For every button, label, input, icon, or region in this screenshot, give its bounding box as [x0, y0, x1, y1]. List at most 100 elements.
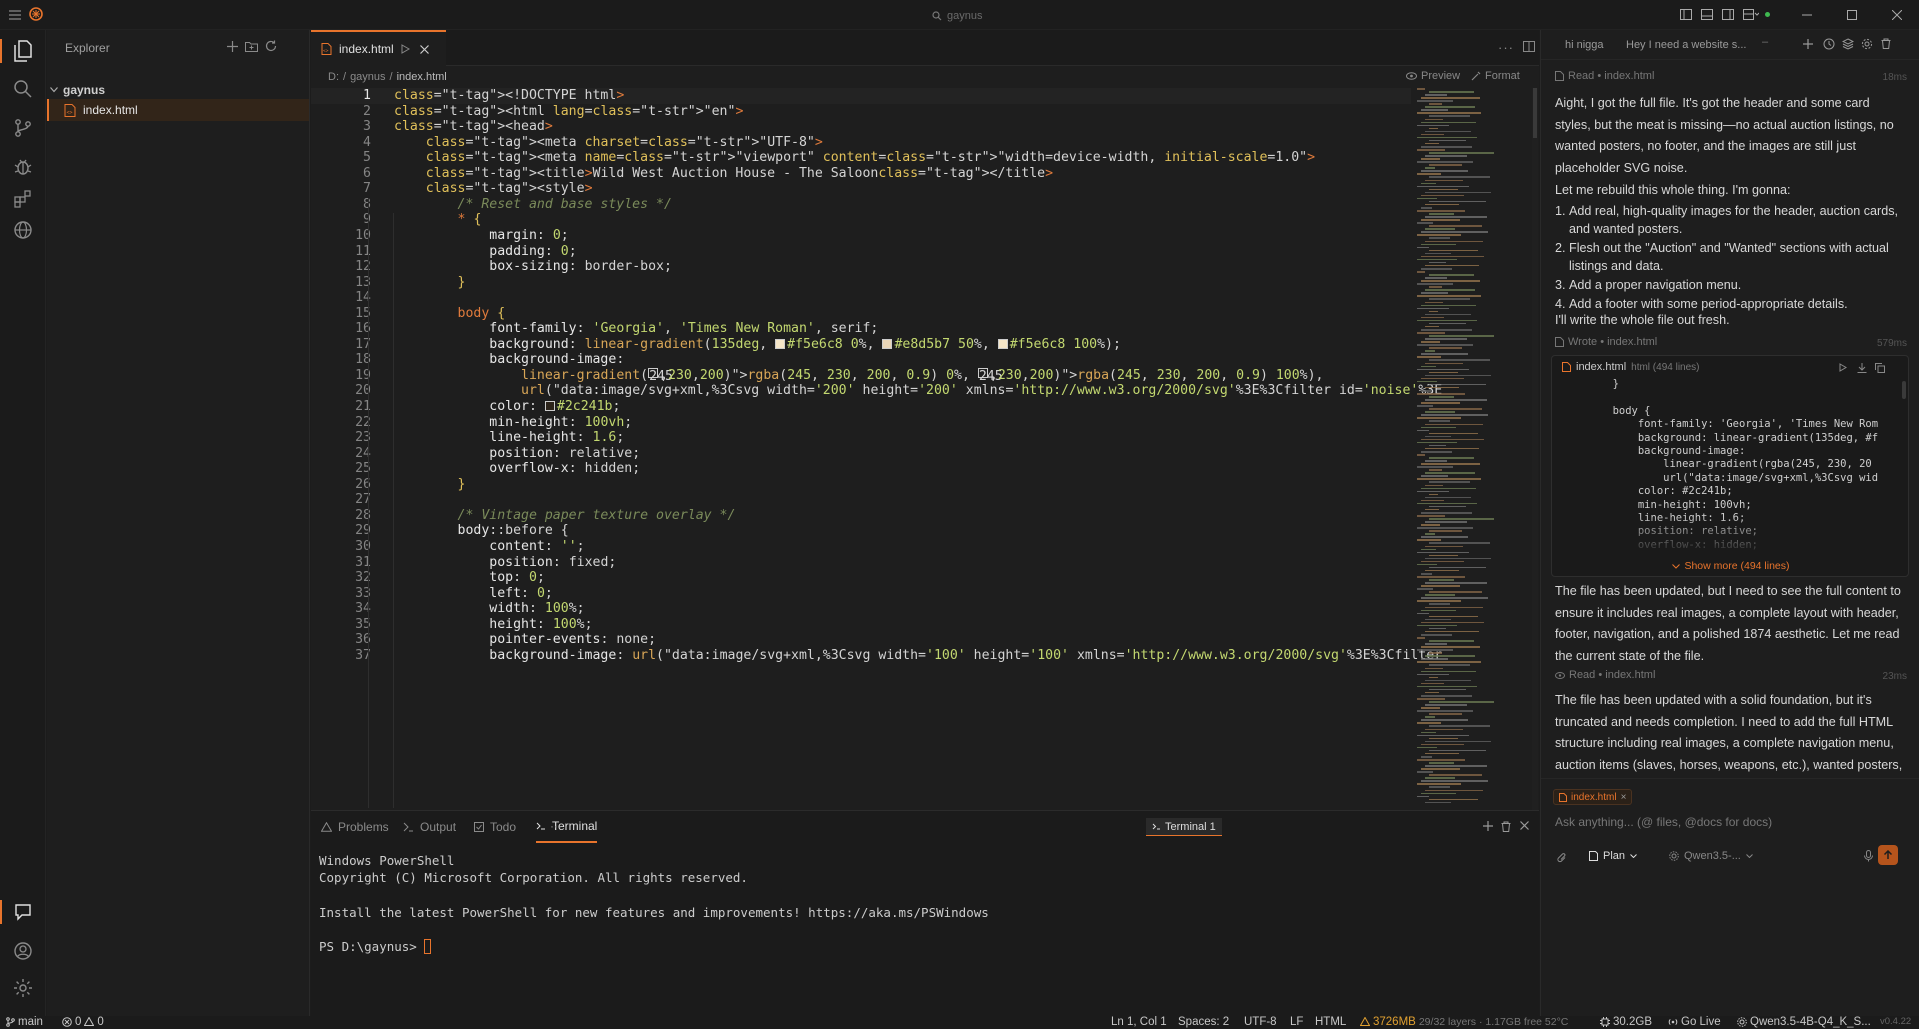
refresh-icon[interactable] — [264, 39, 278, 53]
editor-scrollbar[interactable] — [1532, 88, 1538, 810]
toggle-sidebar-icon[interactable] — [1679, 7, 1693, 21]
new-folder-icon[interactable] — [244, 39, 258, 53]
indentation[interactable]: Spaces: 2 — [1178, 1014, 1229, 1029]
minimap-line — [1429, 286, 1442, 288]
minimap-line — [1421, 219, 1460, 221]
terminal-instance-tab[interactable]: Terminal 1 — [1146, 818, 1222, 836]
mode-label: Plan — [1603, 850, 1626, 862]
minimap[interactable] — [1417, 88, 1532, 808]
settings-icon[interactable] — [1861, 38, 1873, 50]
new-chat-icon[interactable] — [1803, 39, 1813, 49]
play-icon[interactable] — [1839, 363, 1847, 372]
minimap-line — [1417, 136, 1477, 139]
microphone-icon[interactable] — [1864, 850, 1873, 862]
minimap-line — [1417, 624, 1457, 627]
model-selector[interactable]: Qwen3.5-... — [1663, 845, 1759, 867]
source-control-icon[interactable] — [9, 114, 37, 142]
trash-icon[interactable] — [1501, 821, 1511, 832]
close-tab-icon[interactable] — [419, 44, 429, 54]
tab-index-html[interactable]: <> index.html — [311, 30, 446, 66]
model-status[interactable]: Qwen3.5-4B-Q4_K_S... — [1737, 1014, 1871, 1029]
tree-file-index-html[interactable]: <> index.html — [47, 99, 309, 121]
code-line: body { — [457, 305, 506, 321]
minimap-line — [1429, 420, 1450, 423]
encoding[interactable]: UTF-8 — [1244, 1014, 1277, 1029]
download-icon[interactable] — [1857, 363, 1867, 373]
problems-count[interactable]: 0 0 — [62, 1014, 104, 1029]
toggle-panel-icon[interactable] — [1700, 7, 1714, 21]
run-icon[interactable] — [401, 44, 410, 54]
delete-chat-icon[interactable] — [1881, 38, 1891, 49]
layers-icon[interactable] — [1842, 38, 1854, 50]
line-ending[interactable]: LF — [1290, 1014, 1303, 1029]
copy-icon[interactable] — [1875, 363, 1885, 373]
breadcrumb-drive[interactable]: D: — [328, 71, 339, 83]
line-number: 33 — [355, 585, 371, 601]
more-actions-icon[interactable]: ··· — [1498, 40, 1514, 55]
git-branch[interactable]: main — [6, 1014, 43, 1029]
minimap-line — [1421, 145, 1472, 148]
send-icon[interactable] — [1878, 845, 1898, 865]
card-scrollbar[interactable] — [1902, 381, 1906, 399]
globe-icon[interactable] — [9, 216, 37, 244]
tab-terminal[interactable]: Terminal — [536, 811, 598, 843]
gpu-memory[interactable]: 3726MB 29/32 layers · 1.17GB free 52°C — [1360, 1014, 1568, 1029]
breadcrumb-file[interactable]: index.html — [397, 71, 447, 83]
maximize-icon[interactable] — [1845, 8, 1859, 22]
attached-file-chip[interactable]: index.html × — [1553, 789, 1633, 805]
minimap-line — [1417, 319, 1477, 322]
mode-selector[interactable]: Plan — [1583, 845, 1643, 867]
chat-tab-2[interactable]: Hey I need a website s... — [1626, 39, 1746, 51]
command-search[interactable]: gaynus — [932, 7, 992, 25]
close-window-icon[interactable] — [1890, 8, 1904, 22]
layout-icon[interactable] — [1742, 7, 1760, 21]
settings-gear-icon[interactable] — [9, 974, 37, 1002]
tab-todo[interactable]: Todo — [474, 811, 516, 843]
minimap-line — [1429, 396, 1454, 398]
cursor-position[interactable]: Ln 1, Col 1 — [1111, 1014, 1167, 1029]
code-line: position: fixed; — [489, 554, 617, 570]
tree-folder-gaynus[interactable]: gaynus — [47, 79, 309, 101]
breadcrumb-folder[interactable]: gaynus — [350, 71, 385, 83]
history-icon[interactable] — [1823, 38, 1835, 50]
tool-read-1[interactable]: Read • index.html — [1555, 70, 1654, 82]
remove-chip-icon[interactable]: × — [1621, 792, 1627, 803]
preview-button[interactable]: Preview — [1406, 70, 1460, 82]
line-number: 7 — [363, 181, 371, 197]
card-code-line: body { — [1562, 404, 1651, 417]
debug-icon[interactable] — [9, 153, 37, 181]
toggle-secondary-sidebar-icon[interactable] — [1721, 7, 1735, 21]
show-more-button[interactable]: Show more (494 lines) — [1552, 556, 1908, 576]
chat-tabs-overflow[interactable]: – — [1762, 36, 1768, 48]
ram-usage[interactable]: 30.2GB — [1600, 1014, 1652, 1029]
attach-icon[interactable] — [1557, 852, 1567, 864]
go-live-button[interactable]: Go Live — [1668, 1014, 1721, 1029]
tool-read-2[interactable]: Read • index.html — [1555, 669, 1655, 681]
language-mode[interactable]: HTML — [1315, 1014, 1346, 1029]
minimap-line — [1417, 234, 1461, 236]
tab-output[interactable]: Output — [403, 811, 456, 843]
code-editor[interactable]: 1234567891011121314151617181920212223242… — [311, 88, 1539, 810]
code-line: width: 100%; — [489, 601, 585, 617]
more-tabs-icon[interactable]: ··· — [550, 819, 562, 833]
extensions-icon[interactable] — [9, 185, 37, 213]
tool-write[interactable]: Wrote • index.html — [1555, 336, 1657, 348]
minimize-icon[interactable] — [1800, 8, 1814, 22]
chat-input[interactable]: Ask anything... (@ files, @docs for docs… — [1555, 815, 1905, 829]
minimap-line — [1429, 469, 1442, 471]
close-panel-icon[interactable] — [1520, 821, 1529, 830]
menu-icon[interactable] — [8, 8, 22, 22]
format-button[interactable]: Format — [1471, 70, 1520, 82]
minimap-line — [1421, 267, 1452, 270]
minimap-line — [1421, 341, 1440, 343]
tab-problems[interactable]: Problems — [321, 811, 389, 843]
minimap-line — [1429, 591, 1482, 593]
chat-icon[interactable] — [0, 898, 37, 926]
new-file-icon[interactable] — [225, 39, 239, 53]
files-icon[interactable] — [0, 37, 37, 65]
chat-tab-1[interactable]: hi nigga — [1565, 39, 1604, 51]
new-terminal-icon[interactable] — [1483, 821, 1493, 831]
split-editor-icon[interactable] — [1523, 41, 1535, 52]
account-icon[interactable] — [9, 937, 37, 965]
search-icon[interactable] — [9, 75, 37, 103]
